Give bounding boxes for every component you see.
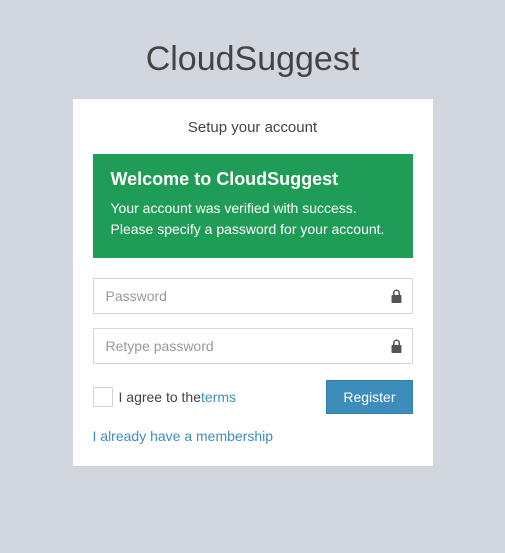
alert-title: Welcome to CloudSuggest — [111, 169, 395, 190]
terms-link[interactable]: terms — [201, 389, 236, 405]
alert-line-2: Please specify a password for your accou… — [111, 219, 395, 240]
alert-line-1: Your account was verified with success. — [111, 198, 395, 219]
success-alert: Welcome to CloudSuggest Your account was… — [93, 154, 413, 258]
membership-row: I already have a membership — [93, 428, 413, 446]
register-card: Setup your account Welcome to CloudSugge… — [73, 99, 433, 466]
form-actions-row: I agree to the terms Register — [93, 380, 413, 414]
password-group — [93, 278, 413, 314]
card-subtitle: Setup your account — [93, 119, 413, 136]
terms-checkbox[interactable] — [93, 387, 113, 407]
retype-password-group — [93, 328, 413, 364]
password-input[interactable] — [93, 278, 413, 314]
register-button[interactable]: Register — [326, 380, 412, 414]
terms-checkbox-label[interactable]: I agree to the terms — [93, 387, 237, 407]
retype-password-input[interactable] — [93, 328, 413, 364]
membership-link[interactable]: I already have a membership — [93, 428, 274, 444]
brand-logo: CloudSuggest — [146, 40, 360, 79]
agree-text: I agree to the — [119, 389, 202, 405]
